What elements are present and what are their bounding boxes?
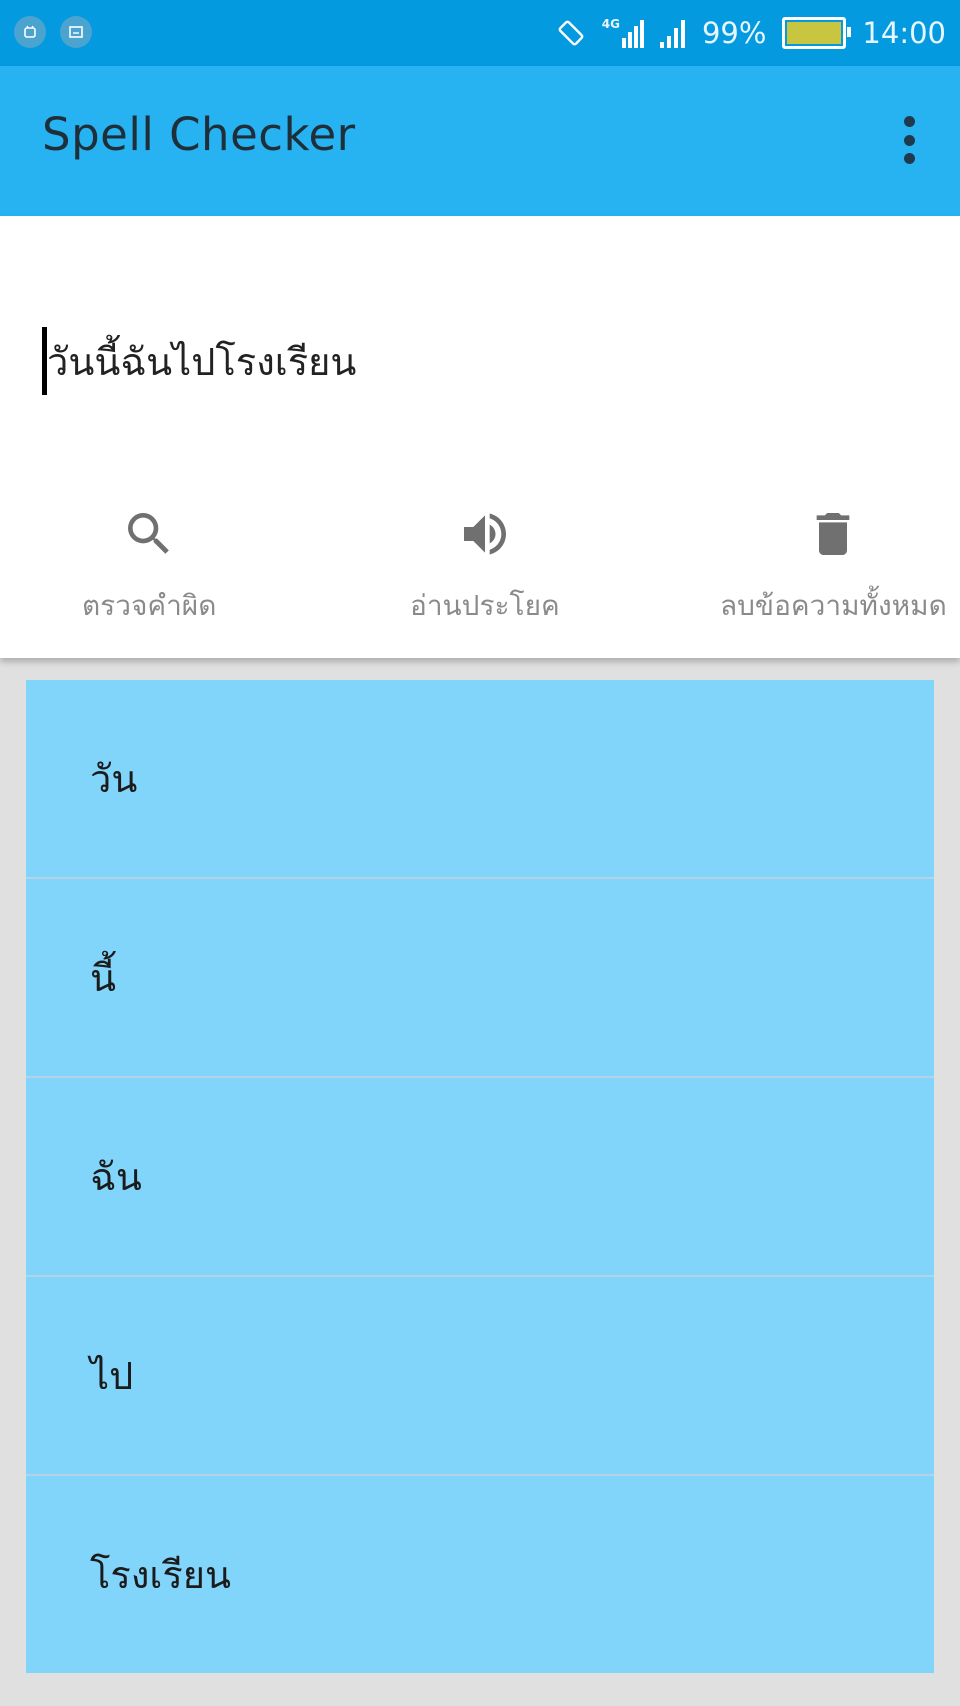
status-indicators: 4G 99% 14:00	[556, 0, 946, 66]
battery-percent: 99%	[701, 16, 767, 50]
word-text: ฉัน	[90, 1155, 142, 1199]
word-list-item[interactable]: โรงเรียน	[26, 1476, 934, 1673]
sentence-input[interactable]: วันนี้ฉันไปโรงเรียน	[42, 326, 902, 396]
notification-icons	[14, 16, 92, 48]
battery-icon	[782, 17, 852, 49]
clear-all-label: ลบข้อความทั้งหมด	[720, 589, 947, 622]
spell-check-button[interactable]: ตรวจคำผิด	[82, 506, 216, 628]
overflow-dot	[903, 116, 915, 127]
word-list-item[interactable]: ฉัน	[26, 1078, 934, 1277]
read-sentence-button[interactable]: อ่านประโยค	[410, 506, 560, 628]
rotate-icon	[558, 20, 584, 46]
signal-icon	[659, 20, 685, 48]
network-type-label: 4G	[601, 17, 620, 31]
volume-icon	[463, 513, 506, 555]
word-list-item[interactable]: ไป	[26, 1277, 934, 1476]
app-bar: Spell Checker	[0, 66, 960, 216]
spell-check-label: ตรวจคำผิด	[82, 589, 217, 622]
word-text: ไป	[90, 1354, 134, 1398]
app-title: Spell Checker	[42, 108, 356, 161]
delete-icon	[817, 513, 850, 555]
overflow-dot	[903, 153, 915, 164]
word-list-item[interactable]: วัน	[26, 680, 934, 879]
input-card: วันนี้ฉันไปโรงเรียน ตรวจคำผิด อ่านประโยค…	[0, 216, 960, 658]
word-text: วัน	[90, 757, 138, 801]
word-text: โรงเรียน	[90, 1553, 232, 1597]
sentence-input-value: วันนี้ฉันไปโรงเรียน	[47, 339, 357, 384]
battery-level	[787, 22, 841, 44]
android-notification-icon	[14, 16, 46, 48]
word-text: นี้	[90, 956, 116, 1000]
clear-all-button[interactable]: ลบข้อความทั้งหมด	[720, 506, 947, 628]
read-sentence-label: อ่านประโยค	[410, 589, 560, 622]
status-bar: 4G 99% 14:00	[0, 0, 960, 66]
search-icon	[128, 513, 170, 554]
screenshot-notification-icon	[60, 16, 92, 48]
clock: 14:00	[862, 16, 946, 50]
signal-4g-icon: 4G	[602, 18, 644, 48]
action-bar: ตรวจคำผิด อ่านประโยค ลบข้อความทั้งหมด	[0, 506, 960, 646]
more-vert-icon[interactable]	[898, 116, 920, 164]
word-list-item[interactable]: นี้	[26, 879, 934, 1078]
overflow-dot	[903, 134, 915, 146]
word-list: วัน นี้ ฉัน ไป โรงเรียน	[26, 680, 934, 1673]
